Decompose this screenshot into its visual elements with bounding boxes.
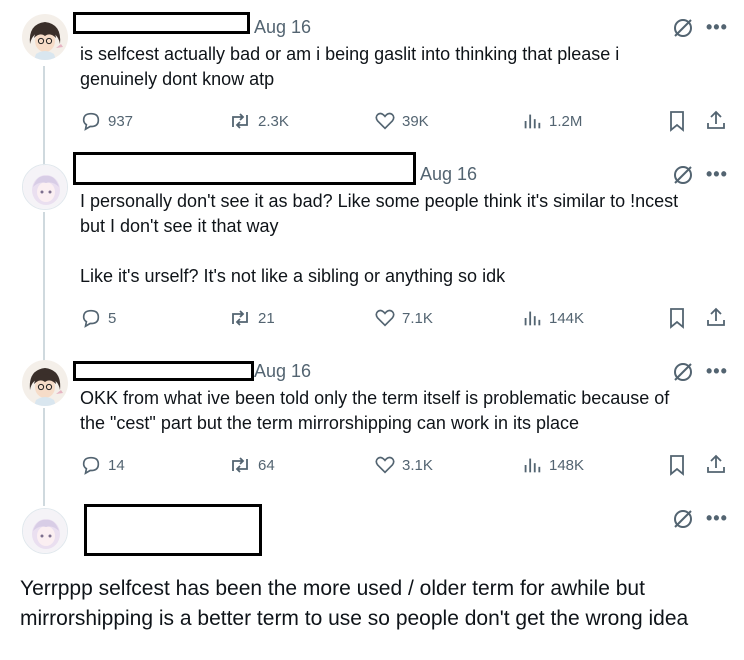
more-options-icon[interactable]: ••• (706, 164, 728, 185)
views-icon (524, 458, 541, 473)
reply-icon (82, 309, 100, 328)
reply-count: 5 (108, 309, 117, 327)
tweet-text: I personally don't see it as bad? Like s… (80, 189, 730, 289)
share-icon[interactable] (705, 306, 727, 333)
views-button[interactable]: 148K (521, 454, 584, 476)
main-tweet-text: Yerrppp selfcest has been the more used … (20, 574, 732, 634)
tweet-date[interactable]: Aug 16 (254, 17, 311, 38)
heart-icon (375, 456, 395, 474)
text-line: mirrorshipping is a better term to use s… (20, 607, 689, 630)
reply-button[interactable]: 14 (80, 454, 125, 476)
like-count: 7.1K (402, 309, 433, 327)
text-line: the "cest" part but the term mirrorshipp… (80, 413, 579, 433)
like-count: 3.1K (402, 456, 433, 474)
reply-button[interactable]: 5 (80, 307, 116, 329)
repost-count: 64 (258, 456, 275, 474)
more-options-icon[interactable]: ••• (706, 17, 728, 38)
grok-icon[interactable] (672, 508, 694, 535)
repost-count: 2.3K (258, 112, 289, 130)
text-line: I personally don't see it as bad? Like s… (80, 191, 679, 211)
tweet-date[interactable]: Aug 16 (420, 164, 477, 185)
views-button[interactable]: 1.2M (521, 110, 582, 132)
text-line: OKK from what ive been told only the ter… (80, 388, 670, 408)
like-count: 39K (402, 112, 429, 130)
avatar[interactable] (22, 360, 68, 406)
grok-icon[interactable] (672, 361, 694, 388)
repost-count: 21 (258, 309, 275, 327)
share-icon[interactable] (705, 453, 727, 480)
view-count: 148K (549, 456, 585, 474)
thread-line (43, 408, 45, 506)
heart-icon (375, 112, 395, 130)
repost-button[interactable]: 2.3K (228, 110, 289, 132)
repost-button[interactable]: 21 (228, 307, 275, 329)
text-line: Like it's urself? It's not like a siblin… (80, 266, 506, 286)
text-line: Yerrppp selfcest has been the more used … (20, 577, 645, 600)
avatar[interactable] (22, 164, 68, 210)
reply-icon (82, 112, 100, 131)
more-options-icon[interactable]: ••• (706, 361, 728, 382)
like-button[interactable]: 3.1K (374, 454, 433, 476)
text-line: is selfcest actually bad or am i being g… (80, 44, 620, 64)
reply-button[interactable]: 937 (80, 110, 133, 132)
views-button[interactable]: 144K (521, 307, 584, 329)
thread-line (43, 212, 45, 362)
avatar[interactable] (22, 508, 68, 554)
redacted-username (73, 152, 416, 185)
redacted-username (73, 12, 250, 34)
view-count: 1.2M (549, 112, 583, 130)
like-button[interactable]: 39K (374, 110, 429, 132)
repost-button[interactable]: 64 (228, 454, 275, 476)
text-line: but I don't see it that way (80, 216, 279, 236)
repost-icon (232, 113, 248, 129)
redacted-username (73, 361, 254, 381)
heart-icon (375, 309, 395, 327)
repost-icon (232, 310, 248, 326)
thread-line (43, 66, 45, 168)
like-button[interactable]: 7.1K (374, 307, 433, 329)
grok-icon[interactable] (672, 164, 694, 191)
redacted-user-info (84, 504, 262, 556)
avatar[interactable] (22, 14, 68, 60)
repost-icon (232, 457, 248, 473)
tweet-text: OKK from what ive been told only the ter… (80, 386, 730, 436)
reply-count: 14 (108, 456, 125, 474)
tweet-text: is selfcest actually bad or am i being g… (80, 42, 730, 92)
text-line (80, 239, 730, 264)
bookmark-icon[interactable] (667, 454, 687, 481)
more-options-icon[interactable]: ••• (706, 508, 728, 529)
bookmark-icon[interactable] (667, 110, 687, 137)
share-icon[interactable] (705, 109, 727, 136)
bookmark-icon[interactable] (667, 307, 687, 334)
reply-icon (82, 456, 100, 475)
views-icon (524, 311, 541, 326)
text-line: genuinely dont know atp (80, 69, 275, 89)
views-icon (524, 114, 541, 129)
tweet-date[interactable]: Aug 16 (254, 361, 311, 382)
grok-icon[interactable] (672, 17, 694, 44)
reply-count: 937 (108, 112, 134, 130)
view-count: 144K (549, 309, 585, 327)
